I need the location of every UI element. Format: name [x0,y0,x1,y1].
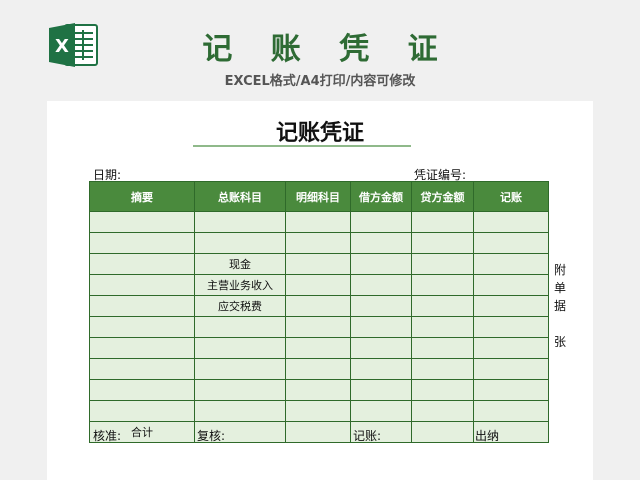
summary-cell[interactable] [89,358,195,380]
summary-cell[interactable] [89,316,195,338]
credit-cell[interactable] [411,316,474,338]
general-ledger-cell[interactable] [194,232,286,254]
posted-cell[interactable] [473,358,549,380]
voucher-table: 摘要 总账科目 明细科目 借方金额 贷方金额 记账 现金 主营业务收入 应交税费 合计 [89,181,549,443]
detail-account-cell[interactable] [285,379,351,401]
sheet-title: 记账凭证 [275,121,364,146]
posted-cell[interactable] [473,253,549,275]
detail-account-cell[interactable] [285,232,351,254]
table-row: 现金 [89,253,549,275]
general-ledger-cell[interactable] [194,316,286,338]
debit-cell[interactable] [350,358,412,380]
debit-cell[interactable] [350,337,412,359]
posted-cell[interactable] [473,337,549,359]
column-header-detail-account: 明细科目 [285,181,351,212]
page-title: 记 账 凭 证 [202,32,452,67]
summary-cell[interactable] [89,295,195,317]
attachment-note-char: 张 [554,335,567,349]
general-ledger-cell[interactable] [194,379,286,401]
attachment-note-char: 据 [554,299,567,313]
table-header-row: 摘要 总账科目 明细科目 借方金额 贷方金额 记账 [89,181,549,212]
column-header-general-ledger: 总账科目 [194,181,286,212]
general-ledger-cell[interactable]: 主营业务收入 [194,274,286,296]
debit-cell[interactable] [350,400,412,422]
detail-account-cell[interactable] [285,253,351,275]
footer-approver: 核准: [93,429,122,443]
footer-bookkeeper: 记账: [353,429,382,443]
column-header-summary: 摘要 [89,181,195,212]
detail-account-cell[interactable] [285,316,351,338]
table-row [89,316,549,338]
table-row [89,232,549,254]
summary-cell[interactable] [89,274,195,296]
table-row [89,379,549,401]
table-row [89,358,549,380]
summary-cell[interactable] [89,211,195,233]
attachment-note-char: 附 [554,263,567,277]
title-underline [193,145,411,147]
general-ledger-cell[interactable] [194,400,286,422]
detail-account-cell[interactable] [285,358,351,380]
detail-account-cell[interactable] [285,400,351,422]
credit-cell[interactable] [411,232,474,254]
credit-cell[interactable] [411,253,474,275]
detail-account-cell[interactable] [285,274,351,296]
column-header-posted: 记账 [473,181,549,212]
debit-cell[interactable] [350,211,412,233]
posted-cell[interactable] [473,400,549,422]
column-header-debit: 借方金额 [350,181,412,212]
attachment-note-char: 单 [554,281,567,295]
posted-cell[interactable] [473,379,549,401]
voucher-table-wrap: 摘要 总账科目 明细科目 借方金额 贷方金额 记账 现金 主营业务收入 应交税费 合计 [89,181,549,443]
credit-cell[interactable] [411,358,474,380]
summary-cell[interactable] [89,337,195,359]
general-ledger-cell[interactable] [194,358,286,380]
debit-cell[interactable] [350,274,412,296]
page-subtitle: EXCEL格式/A4打印/内容可修改 [224,74,416,89]
table-row [89,337,549,359]
posted-cell[interactable] [473,316,549,338]
posted-cell[interactable] [473,211,549,233]
table-row: 主营业务收入 [89,274,549,296]
table-row [89,211,549,233]
credit-cell[interactable] [411,421,474,443]
credit-cell[interactable] [411,211,474,233]
posted-cell[interactable] [473,295,549,317]
summary-cell[interactable] [89,379,195,401]
credit-cell[interactable] [411,379,474,401]
debit-cell[interactable] [350,232,412,254]
debit-cell[interactable] [350,295,412,317]
general-ledger-cell[interactable] [194,337,286,359]
detail-account-cell[interactable] [285,421,351,443]
footer-cashier: 出纳 [475,429,500,443]
posted-cell[interactable] [473,232,549,254]
credit-cell[interactable] [411,295,474,317]
detail-account-cell[interactable] [285,295,351,317]
posted-cell[interactable] [473,274,549,296]
credit-cell[interactable] [411,274,474,296]
debit-cell[interactable] [350,316,412,338]
debit-cell[interactable] [350,379,412,401]
credit-cell[interactable] [411,400,474,422]
voucher-sheet: 记账凭证 日期: 凭证编号: 摘要 总账科目 明细科目 借方金额 贷方金额 记账… [47,101,593,480]
general-ledger-cell[interactable]: 现金 [194,253,286,275]
summary-cell[interactable] [89,232,195,254]
detail-account-cell[interactable] [285,337,351,359]
column-header-credit: 贷方金额 [411,181,474,212]
summary-cell[interactable] [89,253,195,275]
table-row [89,400,549,422]
credit-cell[interactable] [411,337,474,359]
detail-account-cell[interactable] [285,211,351,233]
general-ledger-cell[interactable] [194,211,286,233]
footer-reviewer: 复核: [197,429,226,443]
table-row: 应交税费 [89,295,549,317]
debit-cell[interactable] [350,253,412,275]
summary-cell[interactable] [89,400,195,422]
general-ledger-cell[interactable]: 应交税费 [194,295,286,317]
